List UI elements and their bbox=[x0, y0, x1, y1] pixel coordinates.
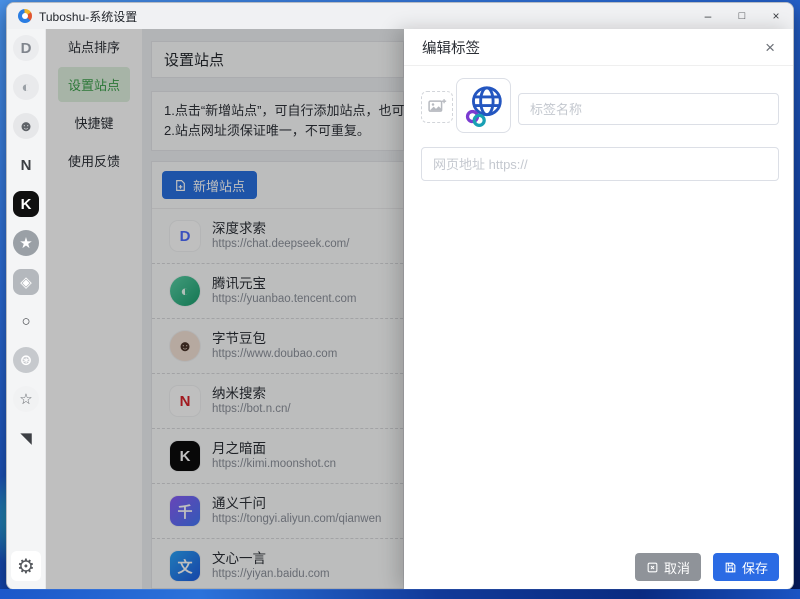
close-button[interactable]: × bbox=[759, 3, 793, 29]
save-button[interactable]: 保存 bbox=[712, 553, 779, 581]
instruction-line: 2.站点网址须保证唯一，不可重复。 bbox=[164, 123, 370, 138]
doubao-icon[interactable]: ☻ bbox=[13, 113, 39, 139]
settings-gear-icon[interactable]: ⚙ bbox=[11, 551, 41, 581]
title-bar: Tuboshu-系统设置 – □ × bbox=[7, 3, 793, 29]
site-row-tongyi[interactable]: 千 通义千问 https://tongyi.aliyun.com/qianwen bbox=[152, 484, 403, 539]
label-name-input[interactable] bbox=[518, 93, 779, 125]
drawer-footer: 取消 保存 bbox=[634, 553, 779, 581]
deepseek-icon: D bbox=[170, 221, 200, 251]
window-title: Tuboshu-系统设置 bbox=[39, 9, 138, 24]
drawer-title: 编辑标签 bbox=[422, 40, 480, 57]
settings-nav: 站点排序 设置站点 快捷键 使用反馈 bbox=[46, 29, 142, 589]
nav-item-shortcuts[interactable]: 快捷键 bbox=[46, 105, 142, 143]
chatgpt-icon[interactable]: ⊛ bbox=[13, 347, 39, 373]
nami-search-icon: N bbox=[170, 386, 200, 416]
nav-item-site-sort[interactable]: 站点排序 bbox=[46, 29, 142, 67]
site-row-kimi[interactable]: K 月之暗面 https://kimi.moonshot.cn bbox=[152, 429, 403, 484]
upload-image-button[interactable] bbox=[421, 91, 453, 123]
yuanbao-icon[interactable]: ◐ bbox=[13, 74, 39, 100]
site-row-doubao[interactable]: ☻ 字节豆包 https://www.doubao.com bbox=[152, 319, 403, 374]
site-list: D 深度求索 https://chat.deepseek.com/ ◐ 腾讯元宝 h… bbox=[152, 209, 403, 588]
site-favicon-preview[interactable] bbox=[456, 78, 511, 133]
nav-item-feedback[interactable]: 使用反馈 bbox=[46, 143, 142, 181]
window-controls: – □ × bbox=[691, 3, 793, 29]
instruction-line: 1.点击“新增站点”，可自行添加站点，也可修改或者 bbox=[164, 103, 404, 118]
nav-item-set-sites[interactable]: 设置站点 bbox=[46, 67, 142, 105]
instructions-card: 1.点击“新增站点”，可自行添加站点，也可修改或者 2.站点网址须保证唯一，不可… bbox=[151, 91, 404, 151]
app-body: D ◐ ☻ N K ★ ◈ ○ ⊛ ☆ ◥ ⚙ 站点排序 设置站点 快捷键 使用… bbox=[7, 29, 793, 589]
doubao-icon: ☻ bbox=[170, 331, 200, 361]
add-document-icon bbox=[174, 179, 187, 192]
site-icon-rail: D ◐ ☻ N K ★ ◈ ○ ⊛ ☆ ◥ ⚙ bbox=[7, 29, 46, 589]
web-address-input[interactable] bbox=[421, 147, 779, 181]
page-title-card: 设置站点 bbox=[151, 41, 404, 78]
site-row-deepseek[interactable]: D 深度求索 https://chat.deepseek.com/ bbox=[152, 209, 403, 264]
save-floppy-icon bbox=[724, 561, 737, 574]
site-list-card: 新增站点 D 深度求索 https://chat.deepseek.com/ ◐ … bbox=[151, 161, 404, 589]
wenxin-icon: 文 bbox=[170, 551, 200, 581]
add-site-button[interactable]: 新增站点 bbox=[162, 171, 258, 199]
wenxin-icon[interactable]: ◈ bbox=[13, 269, 39, 295]
app-logo-icon bbox=[18, 9, 32, 23]
yuanqi-icon[interactable]: ★ bbox=[13, 230, 39, 256]
set-sites-pane: 设置站点 1.点击“新增站点”，可自行添加站点，也可修改或者 2.站点网址须保证… bbox=[142, 29, 404, 589]
deepseek-icon[interactable]: D bbox=[13, 35, 39, 61]
sparkle-icon[interactable]: ☆ bbox=[13, 386, 39, 412]
tongyi-icon: 千 bbox=[170, 496, 200, 526]
kimi-icon: K bbox=[170, 441, 200, 471]
cancel-x-icon bbox=[646, 561, 659, 574]
kimi-icon[interactable]: K bbox=[13, 191, 39, 217]
nami-search-icon[interactable]: N bbox=[13, 152, 39, 178]
site-row-nami[interactable]: N 纳米搜索 https://bot.n.cn/ bbox=[152, 374, 403, 429]
drawer-close-icon[interactable]: × bbox=[765, 39, 775, 56]
globe-link-icon bbox=[461, 83, 507, 129]
picture-upload-icon bbox=[427, 97, 447, 117]
site-row-yuanbao[interactable]: ◐ 腾讯元宝 https://yuanbao.tencent.com bbox=[152, 264, 403, 319]
edit-label-drawer: 编辑标签 × 标签名称 网页地址 https:// 取消 保存 bbox=[404, 29, 793, 589]
app-window: Tuboshu-系统设置 – □ × D ◐ ☻ N K ★ ◈ ○ ⊛ ☆ ◥… bbox=[6, 2, 794, 590]
yuanbao-icon: ◐ bbox=[170, 276, 200, 306]
sailboat-icon[interactable]: ◥ bbox=[13, 425, 39, 451]
maximize-button[interactable]: □ bbox=[725, 3, 759, 29]
page-title: 设置站点 bbox=[164, 52, 225, 69]
site-row-yiyan[interactable]: 文 文心一言 https://yiyan.baidu.com bbox=[152, 539, 403, 588]
planet-icon[interactable]: ○ bbox=[13, 308, 39, 334]
cancel-button[interactable]: 取消 bbox=[634, 553, 701, 581]
minimize-button[interactable]: – bbox=[691, 3, 725, 29]
drawer-header: 编辑标签 × bbox=[404, 29, 793, 66]
